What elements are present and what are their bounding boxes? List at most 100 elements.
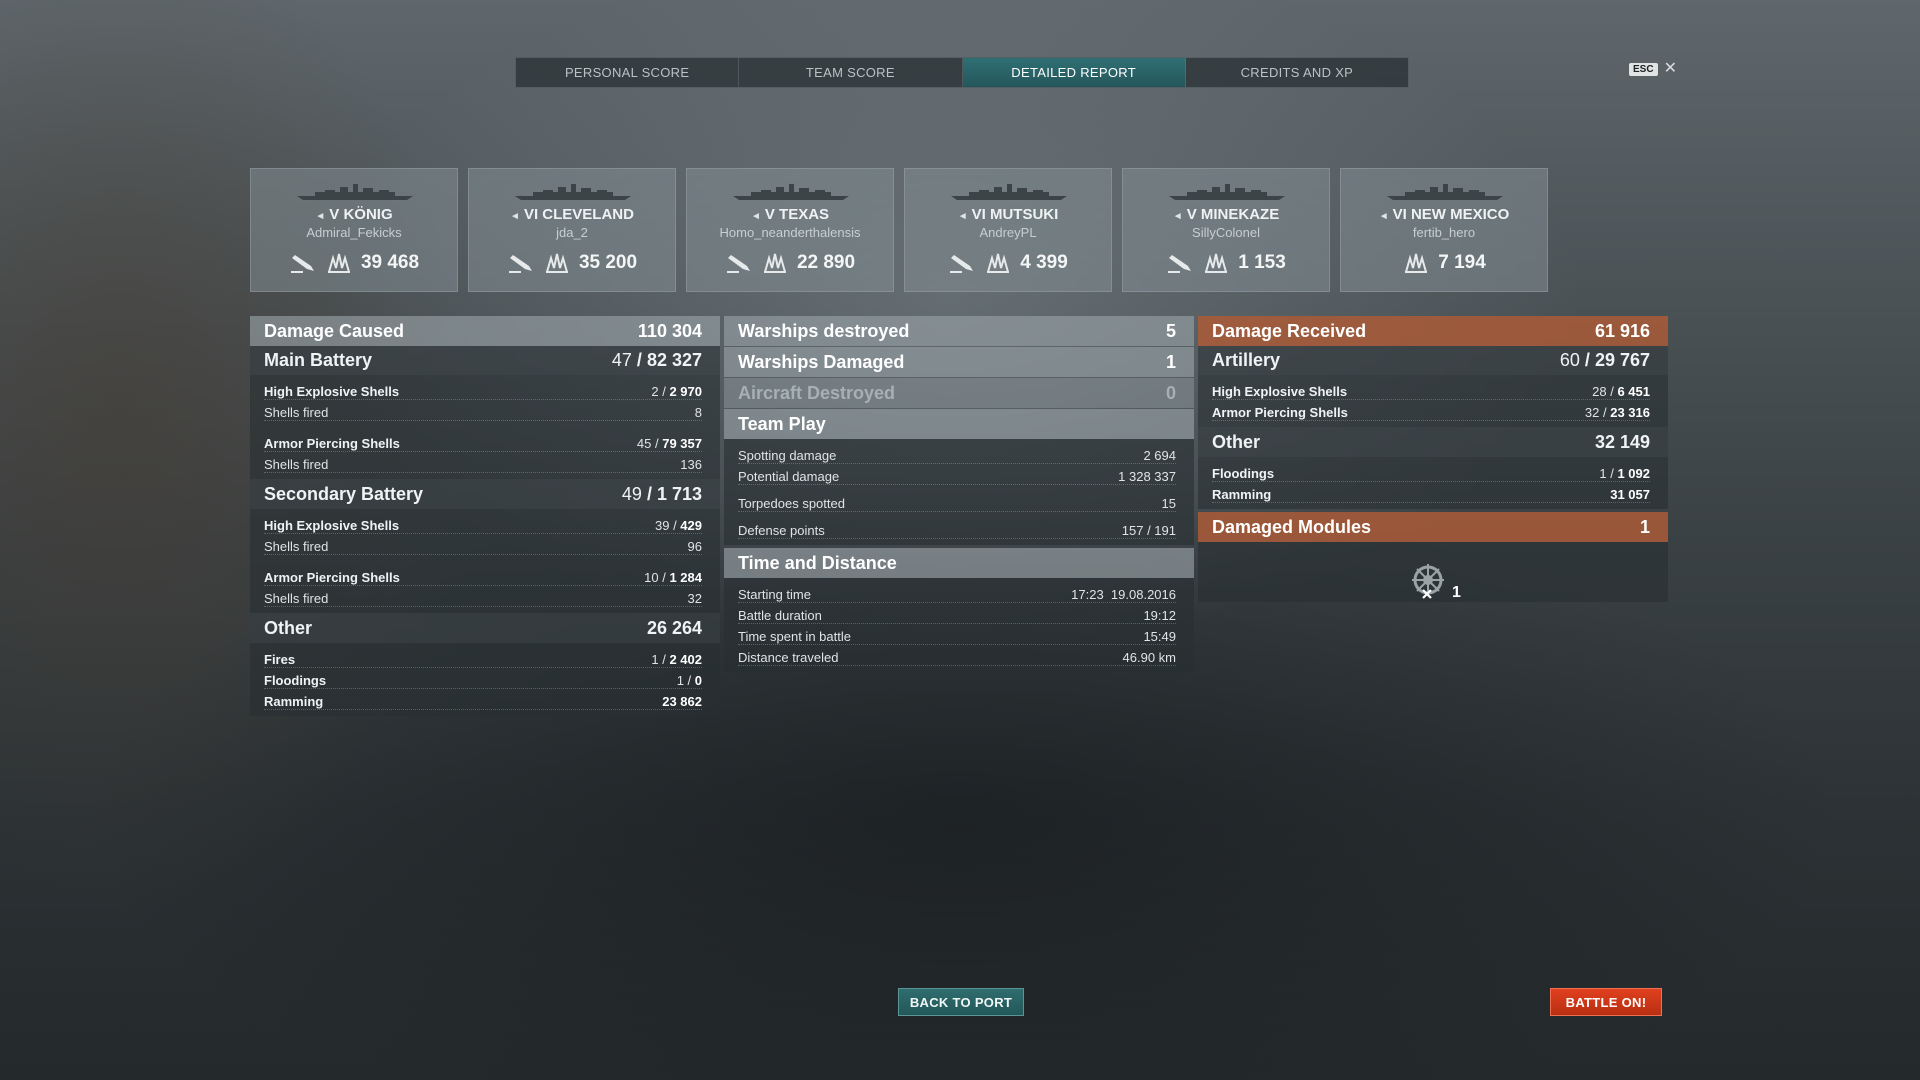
tab-team-score[interactable]: TEAM SCORE (739, 58, 963, 87)
stat-label: Floodings (1212, 466, 1275, 481)
stat-row: Shells fired 136 (264, 452, 702, 473)
stat-damage: 23 316 (1610, 405, 1650, 420)
main-battery-damage: 82 327 (646, 350, 702, 370)
stat-row: Shells fired 8 (264, 400, 702, 421)
team-play-header: Team Play (724, 409, 1194, 439)
stat-label: Armor Piercing Shells (264, 436, 400, 451)
other-damage-body: Fires 1 / 2 402 Floodings 1 / 0 Ramming 23 … (250, 643, 720, 716)
secondary-battery-damage: 1 713 (656, 483, 702, 504)
damage-caused-value: 110 304 (637, 320, 702, 341)
received-other-body: Floodings 1 / 1 092 Ramming 31 057 (1198, 457, 1668, 509)
stat-row: Battle duration 19:12 (738, 603, 1176, 624)
stat-hits: 2 (651, 384, 659, 399)
stat-hits: 10 (644, 570, 659, 585)
back-to-port-button[interactable]: BACK TO PORT (898, 988, 1024, 1016)
stat-row: High Explosive Shells 28 / 6 451 (1212, 379, 1650, 400)
main-battery-body: High Explosive Shells 2 / 2 970 Shells fi… (250, 375, 720, 479)
stat-row: Defense points 157 / 191 (738, 512, 1176, 539)
ship-tier: V (764, 206, 775, 223)
main-battery-hits: 47 (611, 350, 632, 370)
stat-label: Shells fired (264, 539, 329, 554)
card-stats: 1 153 (1123, 252, 1329, 274)
damaged-modules-value: 1 (1639, 516, 1650, 537)
stat-row: Fires 1 / 2 402 (264, 647, 702, 668)
player-card[interactable]: ◄ V KÖNIG Admiral_Fekicks 39 468 (250, 168, 458, 292)
stat-label: Potential damage (738, 469, 840, 484)
stat-hits: 28 (1592, 384, 1607, 399)
ship-class-icon: ◄ (510, 211, 520, 222)
battle-on-button[interactable]: BATTLE ON! (1550, 988, 1662, 1016)
damage-burst-icon (325, 252, 353, 274)
esc-close-button[interactable]: ESC ✕ (1629, 61, 1677, 77)
stat-damage: 429 (680, 518, 702, 533)
player-card[interactable]: ◄ V MINEKAZE SillyColonel 1 153 (1122, 168, 1330, 292)
stat-value: 2 694 (1143, 448, 1176, 463)
stat-value: 32 (687, 591, 702, 606)
stat-hits: 1 (676, 673, 684, 688)
damage-burst-icon (1402, 252, 1430, 274)
ship-name: ◄ V MINEKAZE (1123, 206, 1329, 223)
main-battery-header: Main Battery 47 / 82 327 (250, 346, 720, 375)
ship-title: MUTSUKI (989, 206, 1059, 223)
stat-value: 8 (694, 405, 702, 420)
stat-label: Time spent in battle (738, 629, 851, 644)
stat-value: 136 (680, 457, 702, 472)
damage-received-label: Damage Received (1212, 320, 1367, 341)
artillery-damage: 29 767 (1594, 350, 1650, 370)
stat-hits: 32 (1584, 405, 1600, 420)
stat-value: 1 328 337 (1118, 469, 1176, 484)
stat-value: 157 / 191 (1121, 523, 1176, 538)
stat-label: Ramming (1212, 487, 1272, 502)
stat-row: Starting time 17:23 19.08.2016 (738, 582, 1176, 603)
stat-value: 15:49 (1143, 629, 1176, 644)
tab-credits-and-xp[interactable]: CREDITS AND XP (1186, 58, 1408, 87)
warships-damaged-value: 1 (1165, 351, 1176, 372)
stat-label: Shells fired (264, 591, 329, 606)
damage-received-header: Damage Received 61 916 (1198, 316, 1668, 346)
ship-tier: V (1186, 206, 1197, 223)
player-card[interactable]: ◄ V TEXAS Homo_neanderthalensis 22 890 (686, 168, 894, 292)
player-card[interactable]: ◄ VI NEW MEXICO fertib_hero 7 194 (1340, 168, 1548, 292)
time-distance-label: Time and Distance (738, 552, 897, 573)
damage-burst-icon (984, 252, 1012, 274)
stat-row: Spotting damage 2 694 (738, 443, 1176, 464)
aircraft-destroyed-value: 0 (1165, 382, 1176, 403)
ship-wheel-icon (1412, 564, 1444, 599)
stat-label: Torpedoes spotted (738, 496, 845, 511)
other-damage-value: 26 264 (646, 617, 702, 638)
tab-personal-score[interactable]: PERSONAL SCORE (516, 58, 740, 87)
tab-detailed-report[interactable]: DETAILED REPORT (962, 58, 1186, 87)
player-card[interactable]: ◄ VI CLEVELAND jda_2 35 200 (468, 168, 676, 292)
torpedo-icon (725, 252, 753, 274)
card-stats: 35 200 (469, 252, 675, 274)
card-stats: 7 194 (1341, 252, 1547, 274)
other-damage-label: Other (264, 617, 313, 638)
stat-row: Shells fired 96 (264, 534, 702, 555)
stat-value: 19:12 (1143, 608, 1176, 623)
ship-class-icon: ◄ (1172, 211, 1183, 222)
stat-row: Distance traveled 46.90 km (738, 645, 1176, 666)
player-card[interactable]: ◄ VI MUTSUKI AndreyPL 4 399 (904, 168, 1112, 292)
tab-bar: PERSONAL SCORE TEAM SCORE DETAILED REPOR… (515, 57, 1409, 88)
stat-label: High Explosive Shells (1212, 384, 1348, 399)
player-name: SillyColonel (1192, 225, 1260, 240)
stat-damage: 1 284 (669, 570, 702, 585)
stat-row: Torpedoes spotted 15 (738, 485, 1176, 512)
warships-panel: Warships destroyed 5 Warships Damaged 1 … (724, 316, 1194, 672)
stat-label: Ramming (264, 694, 324, 709)
stat-damage: 2 402 (669, 652, 702, 667)
stat-damage: 2 970 (669, 384, 702, 399)
artillery-hits: 60 (1559, 350, 1580, 370)
close-icon[interactable]: ✕ (1664, 61, 1677, 77)
ship-silhouette-icon (1385, 181, 1505, 201)
player-name: AndreyPL (979, 225, 1037, 240)
card-stats: 39 468 (251, 252, 457, 274)
ship-title: KÖNIG (343, 206, 393, 223)
player-name: jda_2 (556, 225, 588, 240)
time-distance-header: Time and Distance (724, 548, 1194, 578)
stat-damage: 79 357 (662, 436, 702, 451)
ship-title: NEW MEXICO (1410, 206, 1510, 223)
ship-silhouette-icon (295, 181, 415, 201)
warships-destroyed-row: Warships destroyed 5 (724, 316, 1194, 346)
stat-row: Armor Piercing Shells 45 / 79 357 (264, 431, 702, 452)
